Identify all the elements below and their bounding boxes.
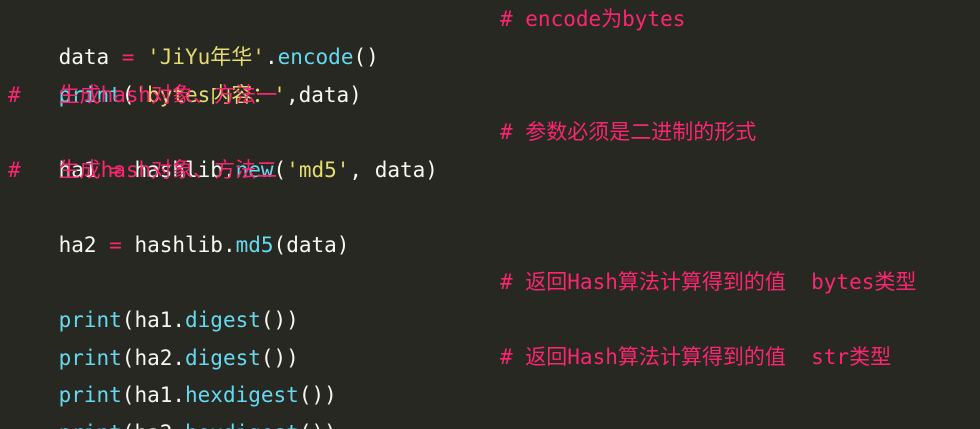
code-line-2: print('bytes内容：',data)	[8, 38, 362, 107]
code-line-5-comment: # 生成hash对象、方法二	[8, 158, 278, 182]
code-line-4: ha1 = hashlib.new('md5', data)	[8, 113, 438, 182]
inline-comment-4: # 参数必须是二进制的形式	[500, 120, 757, 144]
arguments: , data)	[349, 158, 438, 182]
identifier: ha2	[58, 233, 97, 257]
code-line-10: print(ha1.hexdigest())	[8, 338, 337, 407]
code-line-1: data = 'JiYu年华'.encode()	[8, 0, 379, 69]
object-ref: (ha2.	[122, 421, 185, 429]
inline-comment-8: # 返回Hash算法计算得到的值 bytes类型	[500, 270, 917, 294]
builtin-function: print	[59, 421, 122, 429]
code-editor[interactable]: data = 'JiYu年华'.encode() # encode为bytes …	[0, 0, 980, 429]
inline-comment-10: # 返回Hash算法计算得到的值 str类型	[500, 345, 892, 369]
code-line-8: print(ha1.digest())	[8, 263, 299, 332]
code-line-3-comment: # 生成hash对象、方法一	[8, 83, 278, 107]
code-line-9: print(ha2.digest())	[8, 301, 299, 370]
operator: =	[96, 233, 135, 257]
method-name: hexdigest	[185, 421, 299, 429]
string-literal: 'md5'	[286, 158, 350, 182]
arguments: ,data)	[285, 83, 362, 107]
module-name: hashlib.	[134, 233, 236, 257]
method-name: md5	[235, 233, 274, 257]
arguments: (data)	[273, 233, 350, 257]
inline-comment-1: # encode为bytes	[500, 7, 686, 31]
parentheses: ())	[299, 421, 337, 429]
code-line-6: ha2 = hashlib.md5(data)	[8, 188, 350, 257]
code-line-11: print(ha2.hexdigest())	[8, 376, 337, 429]
